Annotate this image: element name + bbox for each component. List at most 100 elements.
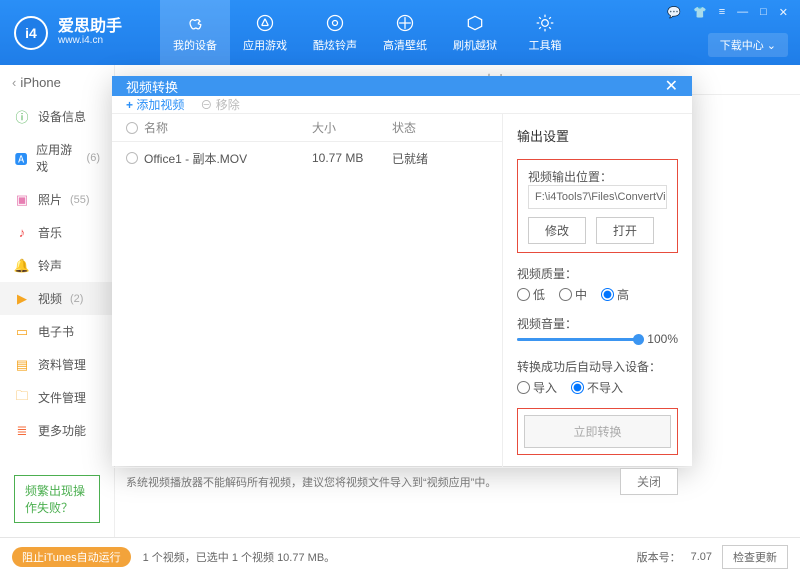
sidebar-item-icon: 🅰: [14, 150, 28, 166]
convert-button-group: 立即转换: [517, 408, 678, 455]
sidebar-item-label: 照片: [38, 191, 62, 208]
sidebar-item[interactable]: ≣ 更多功能: [0, 414, 114, 447]
sidebar-item[interactable]: ▣ 照片 (55): [0, 183, 114, 216]
output-path-field[interactable]: F:\i4Tools7\Files\ConvertVideo: [528, 185, 667, 209]
sidebar-item-label: 铃声: [38, 257, 62, 274]
dialog-toolbar: 添加视频 ⊖ 移除: [112, 96, 692, 114]
nav-ringtones[interactable]: 酷炫铃声: [300, 0, 370, 65]
quality-label: 视频质量：: [517, 265, 678, 282]
menu-icon[interactable]: ≡: [719, 6, 725, 19]
import-yes[interactable]: 导入: [517, 379, 557, 396]
file-size: 10.77 MB: [312, 151, 392, 165]
open-path-button[interactable]: 打开: [596, 217, 654, 244]
slider-thumb[interactable]: [633, 334, 644, 345]
sidebar-item-icon: ♪: [14, 225, 30, 241]
maximize-icon[interactable]: □: [760, 6, 767, 19]
sidebar-item-label: 视频: [38, 290, 62, 307]
sidebar-item-label: 资料管理: [38, 356, 86, 373]
volume-value: 100%: [647, 332, 678, 346]
nav-wallpaper[interactable]: 高清壁纸: [370, 0, 440, 65]
volume-slider[interactable]: [517, 338, 639, 341]
chat-icon[interactable]: 💬: [667, 6, 681, 19]
sidebar-item-icon: ≣: [14, 423, 30, 439]
sidebar-item[interactable]: ▶ 视频 (2): [0, 282, 114, 315]
device-name[interactable]: iPhone: [0, 65, 114, 100]
app-logo-icon: i4: [14, 16, 48, 50]
selection-status: 1 个视频，已选中 1 个视频 10.77 MB。: [143, 549, 336, 565]
sidebar-item[interactable]: ⓘ设备信息: [0, 100, 114, 133]
sidebar-item-icon: 🗀: [14, 390, 30, 406]
top-nav: 我的设备 应用游戏 酷炫铃声 高清壁纸 刷机越狱 工具箱: [160, 0, 580, 65]
app-header: i4 爱思助手 www.i4.cn 我的设备 应用游戏 酷炫铃声 高清壁纸 刷机…: [0, 0, 800, 65]
itunes-block-toggle[interactable]: 阻止iTunes自动运行: [12, 547, 131, 567]
quality-low[interactable]: 低: [517, 286, 545, 303]
add-video-button[interactable]: 添加视频: [126, 96, 184, 113]
window-controls: 💬 👕 ≡ — □ ✕: [667, 6, 788, 19]
version-label: 版本号：: [637, 549, 681, 565]
list-item[interactable]: Office1 - 副本.MOV 10.77 MB 已就绪: [112, 142, 502, 174]
status-bar: 阻止iTunes自动运行 1 个视频，已选中 1 个视频 10.77 MB。 版…: [0, 537, 800, 575]
sidebar-item[interactable]: ▭ 电子书: [0, 315, 114, 348]
sidebar-item-label: 文件管理: [38, 389, 86, 406]
sidebar-item-label: 电子书: [38, 323, 74, 340]
help-link[interactable]: 频繁出现操作失败？: [14, 475, 100, 523]
volume-label: 视频音量：: [517, 315, 678, 332]
image-icon: [394, 12, 416, 34]
output-section-title: 输出设置: [517, 126, 678, 145]
box-icon: [464, 12, 486, 34]
convert-button[interactable]: 立即转换: [524, 415, 671, 448]
remove-video-button[interactable]: ⊖ 移除: [200, 96, 239, 113]
minimize-icon[interactable]: —: [737, 6, 748, 19]
shirt-icon[interactable]: 👕: [693, 6, 707, 19]
sidebar-item-count: (2): [70, 293, 83, 305]
import-no[interactable]: 不导入: [571, 379, 623, 396]
row-select-radio[interactable]: [126, 152, 138, 164]
sidebar-item[interactable]: ▤ 资料管理: [0, 348, 114, 381]
footer-hint: 系统视频播放器不能解码所有视频，建议您将视频文件导入到“视频应用”中。: [126, 474, 496, 490]
sidebar-item-icon: ▤: [14, 357, 30, 373]
modify-path-button[interactable]: 修改: [528, 217, 586, 244]
dialog-body: 名称 大小 状态 Office1 - 副本.MOV 10.77 MB 已就绪 输…: [112, 114, 692, 467]
appstore-icon: [254, 12, 276, 34]
download-center-button[interactable]: 下载中心 ⌄: [708, 33, 788, 57]
close-icon[interactable]: ✕: [779, 6, 788, 19]
dialog-title: 视频转换: [126, 77, 178, 96]
sidebar-item[interactable]: 🔔 铃声: [0, 249, 114, 282]
music-icon: [324, 12, 346, 34]
version-value: 7.07: [691, 551, 712, 563]
nav-apps[interactable]: 应用游戏: [230, 0, 300, 65]
file-status: 已就绪: [392, 150, 452, 167]
dialog-titlebar: 视频转换 ✕: [112, 76, 692, 96]
dialog-footer: 系统视频播放器不能解码所有视频，建议您将视频文件导入到“视频应用”中。 关闭: [112, 467, 692, 495]
output-settings: 输出设置 视频输出位置： F:\i4Tools7\Files\ConvertVi…: [502, 114, 692, 467]
quality-high[interactable]: 高: [601, 286, 629, 303]
nav-device[interactable]: 我的设备: [160, 0, 230, 65]
output-path-group: 视频输出位置： F:\i4Tools7\Files\ConvertVideo 修…: [517, 159, 678, 253]
sidebar-item-label: 更多功能: [38, 422, 86, 439]
quality-radios: 低 中 高: [517, 286, 678, 303]
sidebar-item-icon: ▭: [14, 324, 30, 340]
sidebar-item-icon: ▣: [14, 192, 30, 208]
dialog-close-button[interactable]: 关闭: [620, 468, 678, 495]
sidebar-item[interactable]: 🅰应用游戏(6): [0, 133, 114, 183]
sidebar-item-icon: ▶: [14, 291, 30, 307]
video-list: 名称 大小 状态 Office1 - 副本.MOV 10.77 MB 已就绪: [112, 114, 502, 467]
dialog-close-icon[interactable]: ✕: [665, 76, 678, 96]
sidebar-item[interactable]: ♪ 音乐: [0, 216, 114, 249]
sidebar-item-count: (6): [87, 152, 100, 164]
file-name: Office1 - 副本.MOV: [144, 150, 247, 167]
gear-icon: [534, 12, 556, 34]
nav-jailbreak[interactable]: 刷机越狱: [440, 0, 510, 65]
quality-mid[interactable]: 中: [559, 286, 587, 303]
sidebar-item-label: 音乐: [38, 224, 62, 241]
app-name: 爱思助手: [58, 19, 122, 35]
output-path-label: 视频输出位置：: [528, 168, 667, 185]
sidebar-item-count: (55): [70, 194, 90, 206]
sidebar-item[interactable]: 🗀 文件管理: [0, 381, 114, 414]
logo: i4 爱思助手 www.i4.cn: [0, 16, 160, 50]
check-update-button[interactable]: 检查更新: [722, 545, 788, 569]
nav-toolbox[interactable]: 工具箱: [510, 0, 580, 65]
select-all-radio[interactable]: [126, 122, 138, 134]
sidebar-item-icon: 🔔: [14, 258, 30, 274]
video-convert-dialog: 视频转换 ✕ 添加视频 ⊖ 移除 名称 大小 状态 Office1 - 副本.M…: [112, 76, 692, 466]
